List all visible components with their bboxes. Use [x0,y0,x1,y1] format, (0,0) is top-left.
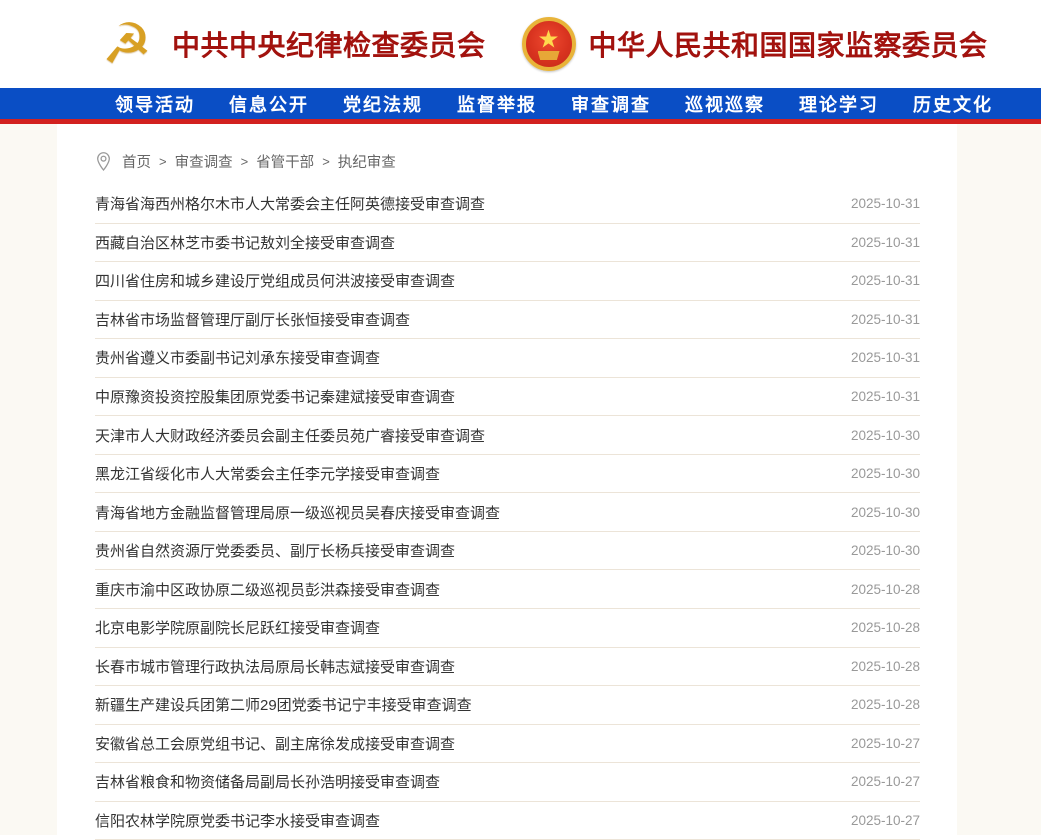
news-title-link[interactable]: 青海省地方金融监督管理局原一级巡视员吴春庆接受审查调查 [95,502,500,523]
news-title-link[interactable]: 北京电影学院原副院长尼跃红接受审查调查 [95,617,380,638]
nav-item[interactable]: 历史文化 [913,91,993,117]
news-date: 2025-10-31 [851,350,920,365]
news-title-link[interactable]: 安徽省总工会原党组书记、副主席徐发成接受审查调查 [95,733,455,754]
news-title-link[interactable]: 吉林省粮食和物资储备局副局长孙浩明接受审查调查 [95,771,440,792]
news-title-link[interactable]: 天津市人大财政经济委员会副主任委员苑广睿接受审查调查 [95,425,485,446]
ccdi-title: 中共中央纪律检查委员会 [172,24,486,64]
list-item[interactable]: 北京电影学院原副院长尼跃红接受审查调查 2025-10-28 [95,609,920,648]
news-date: 2025-10-28 [851,582,920,597]
news-title-link[interactable]: 青海省海西州格尔木市人大常委会主任阿英德接受审查调查 [95,193,485,214]
nav-item[interactable]: 理论学习 [799,91,879,117]
breadcrumb: 首页 > 审查调查 > 省管干部 > 执纪审查 [95,124,920,176]
list-item[interactable]: 信阳农林学院原党委书记李水接受审查调查 2025-10-27 [95,802,920,840]
party-emblem-icon: ☭ [95,12,159,76]
breadcrumb-item[interactable]: 首页 [122,151,151,172]
nav-item[interactable]: 信息公开 [229,91,309,117]
news-date: 2025-10-31 [851,235,920,250]
list-item[interactable]: 青海省海西州格尔木市人大常委会主任阿英德接受审查调查 2025-10-31 [95,185,920,224]
news-date: 2025-10-27 [851,774,920,789]
list-item[interactable]: 贵州省自然资源厅党委委员、副厅长杨兵接受审查调查 2025-10-30 [95,532,920,571]
list-item[interactable]: 吉林省粮食和物资储备局副局长孙浩明接受审查调查 2025-10-27 [95,763,920,802]
list-item[interactable]: 天津市人大财政经济委员会副主任委员苑广睿接受审查调查 2025-10-30 [95,416,920,455]
news-title-link[interactable]: 新疆生产建设兵团第二师29团党委书记宁丰接受审查调查 [95,694,472,715]
news-date: 2025-10-28 [851,620,920,635]
list-item[interactable]: 吉林省市场监督管理厅副厅长张恒接受审查调查 2025-10-31 [95,301,920,340]
news-title-link[interactable]: 中原豫资投资控股集团原党委书记秦建斌接受审查调查 [95,386,455,407]
news-date: 2025-10-28 [851,697,920,712]
breadcrumb-item[interactable]: 审查调查 [175,151,233,172]
list-item[interactable]: 西藏自治区林芝市委书记敖刘全接受审查调查 2025-10-31 [95,224,920,263]
news-title-link[interactable]: 贵州省自然资源厅党委委员、副厅长杨兵接受审查调查 [95,540,455,561]
emblem-star-icon: ★ [539,30,559,50]
news-date: 2025-10-31 [851,273,920,288]
nav-item[interactable]: 党纪法规 [343,91,423,117]
nsc-title: 中华人民共和国国家监察委员会 [589,24,988,64]
list-item[interactable]: 四川省住房和城乡建设厅党组成员何洪波接受审查调查 2025-10-31 [95,262,920,301]
news-date: 2025-10-30 [851,543,920,558]
news-date: 2025-10-31 [851,312,920,327]
list-item[interactable]: 黑龙江省绥化市人大常委会主任李元学接受审查调查 2025-10-30 [95,455,920,494]
news-date: 2025-10-27 [851,736,920,751]
breadcrumb-item[interactable]: 省管干部 [256,151,314,172]
list-item[interactable]: 青海省地方金融监督管理局原一级巡视员吴春庆接受审查调查 2025-10-30 [95,493,920,532]
site-header: ☭ 中共中央纪律检查委员会 ★ 中华人民共和国国家监察委员会 [0,0,1041,88]
nav-item[interactable]: 监督举报 [457,91,537,117]
news-date: 2025-10-30 [851,466,920,481]
nav-item[interactable]: 巡视巡察 [685,91,765,117]
national-emblem-icon: ★ [522,17,576,71]
news-title-link[interactable]: 四川省住房和城乡建设厅党组成员何洪波接受审查调查 [95,270,455,291]
news-title-link[interactable]: 西藏自治区林芝市委书记敖刘全接受审查调查 [95,232,395,253]
list-item[interactable]: 重庆市渝中区政协原二级巡视员彭洪森接受审查调查 2025-10-28 [95,570,920,609]
content-panel: 首页 > 审查调查 > 省管干部 > 执纪审查 青海省海西州格尔木市人大常委会主… [57,124,957,835]
news-title-link[interactable]: 黑龙江省绥化市人大常委会主任李元学接受审查调查 [95,463,440,484]
list-item[interactable]: 贵州省遵义市委副书记刘承东接受审查调查 2025-10-31 [95,339,920,378]
breadcrumb-separator: > [322,154,330,169]
page-body: 首页 > 审查调查 > 省管干部 > 执纪审查 青海省海西州格尔木市人大常委会主… [0,124,1041,835]
breadcrumb-items: 首页 > 审查调查 > 省管干部 > 执纪审查 [122,151,396,172]
nav-item[interactable]: 领导活动 [115,91,195,117]
breadcrumb-item[interactable]: 执纪审查 [338,151,396,172]
news-date: 2025-10-30 [851,428,920,443]
breadcrumb-separator: > [241,154,249,169]
news-date: 2025-10-28 [851,659,920,674]
brand-ccdi-logo[interactable]: ☭ 中共中央纪律检查委员会 [95,12,486,76]
news-title-link[interactable]: 信阳农林学院原党委书记李水接受审查调查 [95,810,380,831]
nav-item[interactable]: 审查调查 [571,91,651,117]
list-item[interactable]: 中原豫资投资控股集团原党委书记秦建斌接受审查调查 2025-10-31 [95,378,920,417]
list-item[interactable]: 新疆生产建设兵团第二师29团党委书记宁丰接受审查调查 2025-10-28 [95,686,920,725]
news-date: 2025-10-31 [851,196,920,211]
brand-nsc-logo[interactable]: ★ 中华人民共和国国家监察委员会 [522,17,988,71]
news-title-link[interactable]: 吉林省市场监督管理厅副厅长张恒接受审查调查 [95,309,410,330]
news-date: 2025-10-30 [851,505,920,520]
news-date: 2025-10-31 [851,389,920,404]
list-item[interactable]: 安徽省总工会原党组书记、副主席徐发成接受审查调查 2025-10-27 [95,725,920,764]
news-list: 青海省海西州格尔木市人大常委会主任阿英德接受审查调查 2025-10-31 西藏… [95,185,920,840]
news-title-link[interactable]: 重庆市渝中区政协原二级巡视员彭洪森接受审查调查 [95,579,440,600]
breadcrumb-separator: > [159,154,167,169]
list-item[interactable]: 长春市城市管理行政执法局原局长韩志斌接受审查调查 2025-10-28 [95,648,920,687]
news-title-link[interactable]: 长春市城市管理行政执法局原局长韩志斌接受审查调查 [95,656,455,677]
page: { "colors": { "nav_bg": "#0a4ec5", "nav_… [0,0,1041,840]
news-title-link[interactable]: 贵州省遵义市委副书记刘承东接受审查调查 [95,347,380,368]
location-pin-icon [95,151,112,173]
news-date: 2025-10-27 [851,813,920,828]
main-nav: 领导活动 信息公开 党纪法规 监督举报 审查调查 巡视巡察 理论学习 历史文化 [0,88,1041,124]
